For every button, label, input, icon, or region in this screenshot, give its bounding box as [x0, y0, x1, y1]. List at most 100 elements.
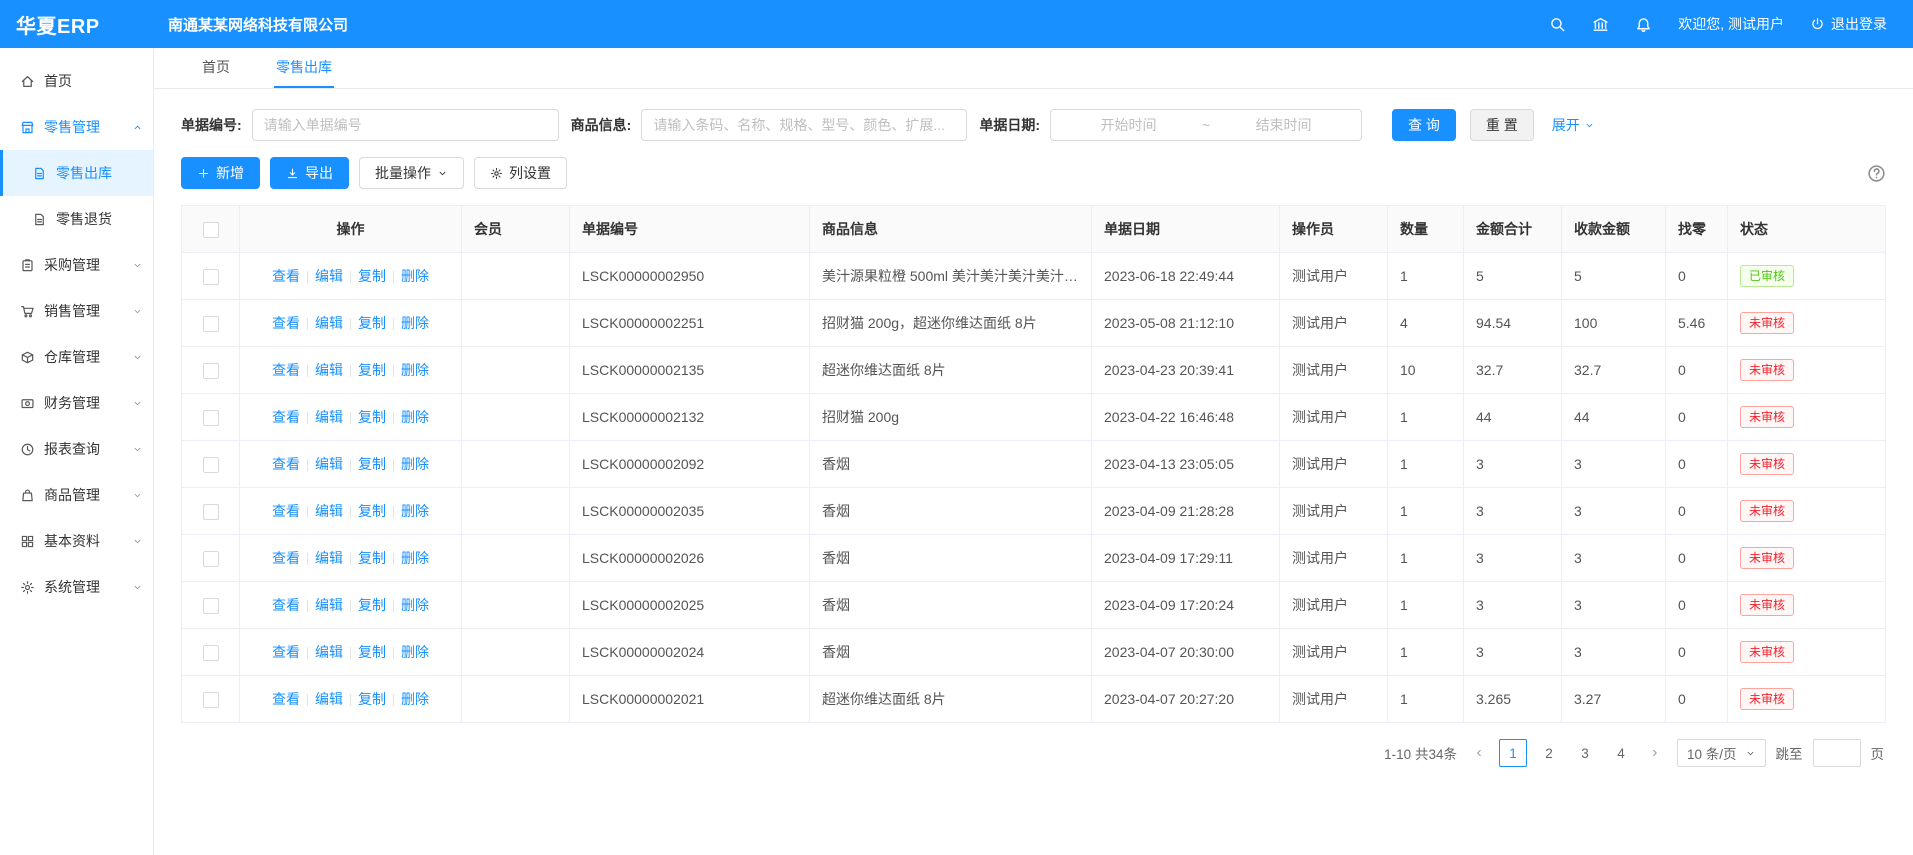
- row-action-view[interactable]: 查看: [272, 315, 300, 331]
- row-checkbox[interactable]: [203, 363, 219, 379]
- sidebar-item-retail-return[interactable]: 零售退货: [0, 196, 153, 242]
- reset-button[interactable]: 重 置: [1470, 109, 1534, 141]
- row-action-copy[interactable]: 复制: [358, 644, 386, 660]
- row-action-copy[interactable]: 复制: [358, 597, 386, 613]
- sidebar-item-goods[interactable]: 商品管理: [0, 472, 153, 518]
- add-button[interactable]: 新增: [181, 157, 260, 189]
- search-button[interactable]: 查 询: [1392, 109, 1456, 141]
- material-input[interactable]: [641, 109, 967, 141]
- page-button-3[interactable]: 3: [1571, 739, 1599, 767]
- logout-button[interactable]: 退出登录: [1810, 14, 1887, 34]
- expand-link[interactable]: 展开: [1552, 115, 1595, 135]
- row-action-edit[interactable]: 编辑: [315, 644, 343, 660]
- sidebar-item-home[interactable]: 首页: [0, 58, 153, 104]
- row-action-copy[interactable]: 复制: [358, 362, 386, 378]
- row-action-copy[interactable]: 复制: [358, 691, 386, 707]
- date-range-picker[interactable]: ~: [1050, 109, 1362, 141]
- row-action-delete[interactable]: 删除: [401, 268, 429, 284]
- sidebar-item-purchase[interactable]: 采购管理: [0, 242, 153, 288]
- prev-page-button[interactable]: [1467, 739, 1491, 767]
- row-action-edit[interactable]: 编辑: [315, 597, 343, 613]
- row-checkbox[interactable]: [203, 410, 219, 426]
- row-action-view[interactable]: 查看: [272, 644, 300, 660]
- sidebar-item-finance[interactable]: 财务管理: [0, 380, 153, 426]
- row-action-edit[interactable]: 编辑: [315, 550, 343, 566]
- page-size-select[interactable]: 10 条/页: [1677, 739, 1766, 767]
- app-logo[interactable]: 华夏ERP: [0, 10, 154, 39]
- row-action-view[interactable]: 查看: [272, 268, 300, 284]
- row-action-edit[interactable]: 编辑: [315, 456, 343, 472]
- row-action-view[interactable]: 查看: [272, 409, 300, 425]
- row-action-copy[interactable]: 复制: [358, 409, 386, 425]
- row-action-copy[interactable]: 复制: [358, 550, 386, 566]
- row-action-copy[interactable]: 复制: [358, 268, 386, 284]
- jump-input[interactable]: [1813, 739, 1861, 767]
- row-action-edit[interactable]: 编辑: [315, 409, 343, 425]
- sidebar-item-retail[interactable]: 零售管理: [0, 104, 153, 150]
- start-date-input[interactable]: [1061, 117, 1196, 133]
- row-action-view[interactable]: 查看: [272, 503, 300, 519]
- row-action-edit[interactable]: 编辑: [315, 362, 343, 378]
- row-action-delete[interactable]: 删除: [401, 597, 429, 613]
- gear-icon: [490, 167, 503, 180]
- row-action-delete[interactable]: 删除: [401, 691, 429, 707]
- row-action-view[interactable]: 查看: [272, 550, 300, 566]
- sidebar-item-basic-data[interactable]: 基本资料: [0, 518, 153, 564]
- help-icon[interactable]: [1867, 164, 1886, 183]
- row-action-view[interactable]: 查看: [272, 456, 300, 472]
- row-action-delete[interactable]: 删除: [401, 315, 429, 331]
- action-divider: [393, 459, 394, 471]
- cell-paid: 3: [1562, 535, 1666, 582]
- row-checkbox[interactable]: [203, 645, 219, 661]
- row-action-delete[interactable]: 删除: [401, 550, 429, 566]
- row-action-copy[interactable]: 复制: [358, 315, 386, 331]
- row-action-copy[interactable]: 复制: [358, 456, 386, 472]
- cell-info: 香烟: [810, 535, 1092, 582]
- sidebar-item-reports[interactable]: 报表查询: [0, 426, 153, 472]
- sidebar-item-retail-outbound[interactable]: 零售出库: [0, 150, 153, 196]
- page-button-1[interactable]: 1: [1499, 739, 1527, 767]
- row-checkbox[interactable]: [203, 692, 219, 708]
- material-label: 商品信息:: [571, 115, 632, 135]
- row-action-edit[interactable]: 编辑: [315, 268, 343, 284]
- search-icon[interactable]: [1549, 16, 1566, 33]
- row-action-delete[interactable]: 删除: [401, 409, 429, 425]
- action-divider: [307, 506, 308, 518]
- bill-no-input[interactable]: [252, 109, 559, 141]
- row-action-edit[interactable]: 编辑: [315, 691, 343, 707]
- row-action-delete[interactable]: 删除: [401, 644, 429, 660]
- table-row: 查看编辑复制删除 LSCK00000002251 招财猫 200g，超迷你维达面…: [182, 300, 1886, 347]
- end-date-input[interactable]: [1216, 117, 1351, 133]
- row-checkbox[interactable]: [203, 269, 219, 285]
- row-action-edit[interactable]: 编辑: [315, 315, 343, 331]
- row-action-view[interactable]: 查看: [272, 597, 300, 613]
- row-checkbox[interactable]: [203, 504, 219, 520]
- page-button-2[interactable]: 2: [1535, 739, 1563, 767]
- row-action-view[interactable]: 查看: [272, 691, 300, 707]
- row-action-delete[interactable]: 删除: [401, 362, 429, 378]
- export-button[interactable]: 导出: [270, 157, 349, 189]
- column-settings-button[interactable]: 列设置: [474, 157, 567, 189]
- tab-retail-outbound[interactable]: 零售出库: [274, 48, 334, 88]
- row-action-delete[interactable]: 删除: [401, 456, 429, 472]
- sidebar-item-sales[interactable]: 销售管理: [0, 288, 153, 334]
- row-checkbox[interactable]: [203, 551, 219, 567]
- row-checkbox[interactable]: [203, 457, 219, 473]
- cell-bill-no: LSCK00000002035: [570, 488, 810, 535]
- page-button-4[interactable]: 4: [1607, 739, 1635, 767]
- row-action-edit[interactable]: 编辑: [315, 503, 343, 519]
- row-action-copy[interactable]: 复制: [358, 503, 386, 519]
- row-action-view[interactable]: 查看: [272, 362, 300, 378]
- sidebar-item-warehouse[interactable]: 仓库管理: [0, 334, 153, 380]
- tab-bar: 首页 零售出库: [154, 48, 1913, 89]
- sidebar-item-system[interactable]: 系统管理: [0, 564, 153, 610]
- row-checkbox[interactable]: [203, 598, 219, 614]
- next-page-button[interactable]: [1643, 739, 1667, 767]
- row-action-delete[interactable]: 删除: [401, 503, 429, 519]
- bank-icon[interactable]: [1592, 16, 1609, 33]
- tab-home[interactable]: 首页: [200, 48, 232, 88]
- select-all-checkbox[interactable]: [203, 222, 219, 238]
- row-checkbox[interactable]: [203, 316, 219, 332]
- bell-icon[interactable]: [1635, 16, 1652, 33]
- batch-operations-button[interactable]: 批量操作: [359, 157, 464, 189]
